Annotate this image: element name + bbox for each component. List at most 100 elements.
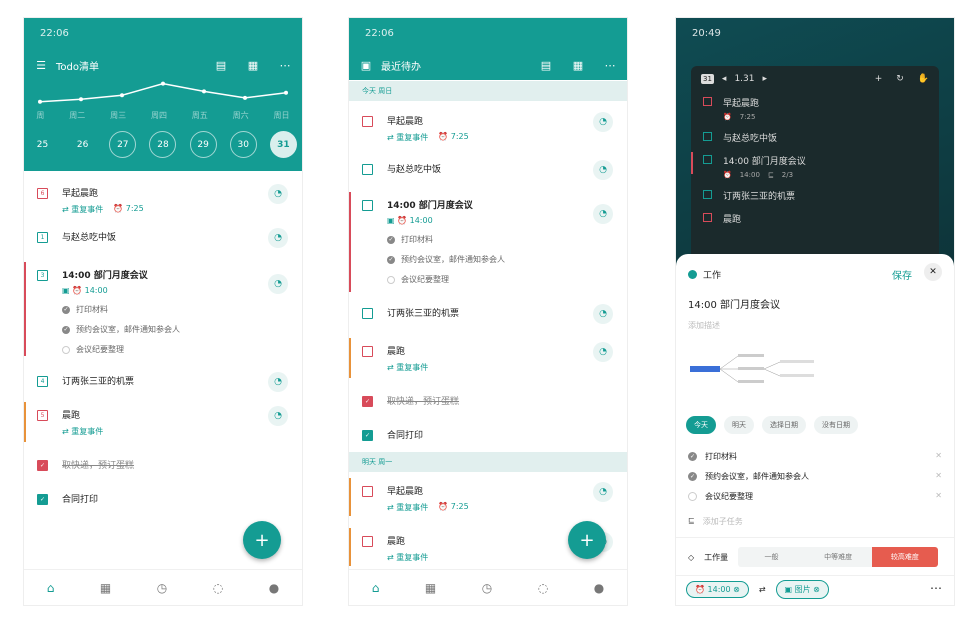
widget-checkbox[interactable] (703, 213, 712, 222)
checkbox[interactable]: 5 (37, 410, 48, 421)
subtask[interactable]: ✓ 预约会议室，邮件通知参会人 (62, 324, 302, 335)
stats-icon[interactable]: ◌ (538, 581, 548, 595)
list-item[interactable]: 早起晨跑 ⇄ 重复事件 ⏰ 7:25 ◔ (349, 112, 627, 148)
list-item[interactable]: 与赵总吃中饭 ◔ (349, 160, 627, 186)
widget-item[interactable]: 订两张三亚的机票 (691, 185, 939, 208)
settings-icon[interactable]: ✋ (918, 74, 929, 84)
timer-icon[interactable]: ◷ (157, 581, 167, 595)
date-chip[interactable]: 今天 (686, 416, 716, 434)
subtask-check[interactable]: ✓ (62, 325, 70, 334)
subtask-check[interactable]: ✓ (688, 451, 697, 461)
image-chip[interactable]: ▣ 图片 ⊗ (775, 580, 829, 599)
checkbox[interactable] (362, 346, 373, 357)
clipboard-icon[interactable]: ▦ (571, 58, 585, 72)
focus-timer-icon[interactable]: ◔ (268, 372, 288, 392)
checkbox[interactable]: 3 (37, 270, 48, 281)
calendar-icon[interactable]: ▣ (359, 58, 373, 72)
subtask-check[interactable]: ✓ (387, 235, 395, 244)
effort-option[interactable]: 一般 (738, 547, 805, 567)
focus-timer-icon[interactable]: ◔ (593, 204, 613, 224)
checkbox[interactable]: ✓ (37, 494, 48, 505)
list-item[interactable]: ✓ 取快递，预订蛋糕 (349, 394, 627, 414)
date-chip[interactable]: 选择日期 (762, 416, 806, 434)
widget-item[interactable]: 晨跑 (691, 208, 939, 231)
checkbox[interactable] (362, 486, 373, 497)
subtask-check[interactable]: ✓ (387, 255, 395, 264)
remove-subtask-icon[interactable]: ✕ (935, 451, 942, 460)
profile-icon[interactable]: ● (594, 581, 604, 595)
subtask[interactable]: ✓ 预约会议室，邮件通知参会人 ✕ (688, 466, 954, 486)
focus-timer-icon[interactable]: ◔ (268, 406, 288, 426)
checkbox[interactable] (362, 308, 373, 319)
checkbox[interactable]: 1 (37, 232, 48, 243)
checkbox[interactable] (362, 116, 373, 127)
stats-icon[interactable]: ◌ (213, 581, 223, 595)
focus-timer-icon[interactable]: ◔ (268, 274, 288, 294)
widget-item[interactable]: 早起晨跑 ⏰ 7:25 (691, 92, 939, 127)
subtask[interactable]: 会议纪要整理 ✕ (688, 486, 954, 506)
checkbox[interactable]: ✓ (362, 396, 373, 407)
checkbox[interactable]: ✓ (362, 430, 373, 441)
save-button[interactable]: 保存 (892, 267, 912, 282)
list-item[interactable]: ✓ 取快递，预订蛋糕 (24, 458, 302, 478)
list-item[interactable]: ✓ 合同打印 (349, 428, 627, 448)
widget-item[interactable]: 14:00 部门月度会议 ⏰ 14:00 ⊑ 2/3 (691, 150, 939, 185)
subtask-check[interactable] (688, 491, 697, 501)
subtask[interactable]: ✓ 打印材料 (387, 234, 627, 245)
widget-checkbox[interactable] (703, 132, 712, 141)
more-icon[interactable]: ⋯ (930, 581, 942, 595)
more-icon[interactable]: ⋯ (603, 58, 617, 72)
list-item[interactable]: 4 订两张三亚的机票 ◔ (24, 372, 302, 398)
close-icon[interactable]: ✕ (924, 263, 942, 281)
add-task-button[interactable]: + (243, 521, 281, 559)
add-task-button[interactable]: + (568, 521, 606, 559)
timer-icon[interactable]: ◷ (482, 581, 492, 595)
next-icon[interactable]: ▸ (763, 74, 768, 84)
subtask[interactable]: ✓ 预约会议室，邮件通知参会人 (387, 254, 627, 265)
focus-timer-icon[interactable]: ◔ (593, 342, 613, 362)
widget-checkbox[interactable] (703, 155, 712, 164)
checkbox[interactable]: 4 (37, 376, 48, 387)
widget-item[interactable]: 与赵总吃中饭 (691, 127, 939, 150)
checkbox[interactable]: 6 (37, 188, 48, 199)
list-item[interactable]: 14:00 部门月度会议 ▣ ⏰ 14:00 ✓ 打印材料 ✓ 预约会议室，邮件通知参会人… (349, 192, 627, 294)
calendar-icon[interactable]: ▦ (425, 581, 436, 595)
list-item[interactable]: 订两张三亚的机票 ◔ (349, 304, 627, 330)
date-27[interactable]: 27 (109, 131, 137, 158)
more-icon[interactable]: ⋯ (278, 58, 292, 72)
time-chip[interactable]: ⏰ 14:00 ⊗ (686, 581, 749, 598)
subtask-check[interactable]: ✓ (62, 305, 70, 314)
list-item[interactable]: 1 与赵总吃中饭 ◔ (24, 228, 302, 254)
remove-subtask-icon[interactable]: ✕ (935, 491, 942, 500)
subtask[interactable]: ✓ 打印材料 (62, 304, 302, 315)
task-title[interactable]: 14:00 部门月度会议 (688, 296, 780, 311)
list-item[interactable]: 6 早起晨跑 ⇄ 重复事件 ⏰ 7:25 ◔ (24, 184, 302, 220)
subtask[interactable]: 会议纪要整理 (387, 274, 627, 285)
date-26[interactable]: 26 (69, 131, 96, 158)
widget-checkbox[interactable] (703, 97, 712, 106)
subtask[interactable]: ✓ 打印材料 ✕ (688, 446, 954, 466)
date-30[interactable]: 30 (229, 131, 257, 158)
clipboard-icon[interactable]: ▦ (246, 58, 260, 72)
subtask-check[interactable]: ✓ (688, 471, 697, 481)
subtask-check[interactable] (387, 275, 395, 284)
inbox-icon[interactable]: ▤ (214, 58, 228, 72)
focus-timer-icon[interactable]: ◔ (593, 160, 613, 180)
effort-selector[interactable]: 一般 中等难度 较高难度 (738, 547, 939, 567)
home-icon[interactable]: ⌂ (47, 581, 55, 595)
add-subtask-input[interactable]: 添加子任务 (703, 516, 743, 527)
calendar-icon[interactable]: ▦ (100, 581, 111, 595)
add-icon[interactable]: + (875, 74, 883, 84)
subtask-check[interactable] (62, 345, 70, 354)
home-icon[interactable]: ⌂ (372, 581, 380, 595)
focus-timer-icon[interactable]: ◔ (593, 112, 613, 132)
menu-icon[interactable]: ☰ (34, 58, 48, 72)
focus-timer-icon[interactable]: ◔ (593, 304, 613, 324)
widget-checkbox[interactable] (703, 190, 712, 199)
date-31[interactable]: 31 (269, 131, 297, 158)
checkbox[interactable] (362, 200, 373, 211)
checkbox[interactable] (362, 536, 373, 547)
effort-option[interactable]: 较高难度 (871, 547, 939, 567)
date-29[interactable]: 29 (189, 131, 217, 158)
effort-option[interactable]: 中等难度 (804, 547, 872, 567)
